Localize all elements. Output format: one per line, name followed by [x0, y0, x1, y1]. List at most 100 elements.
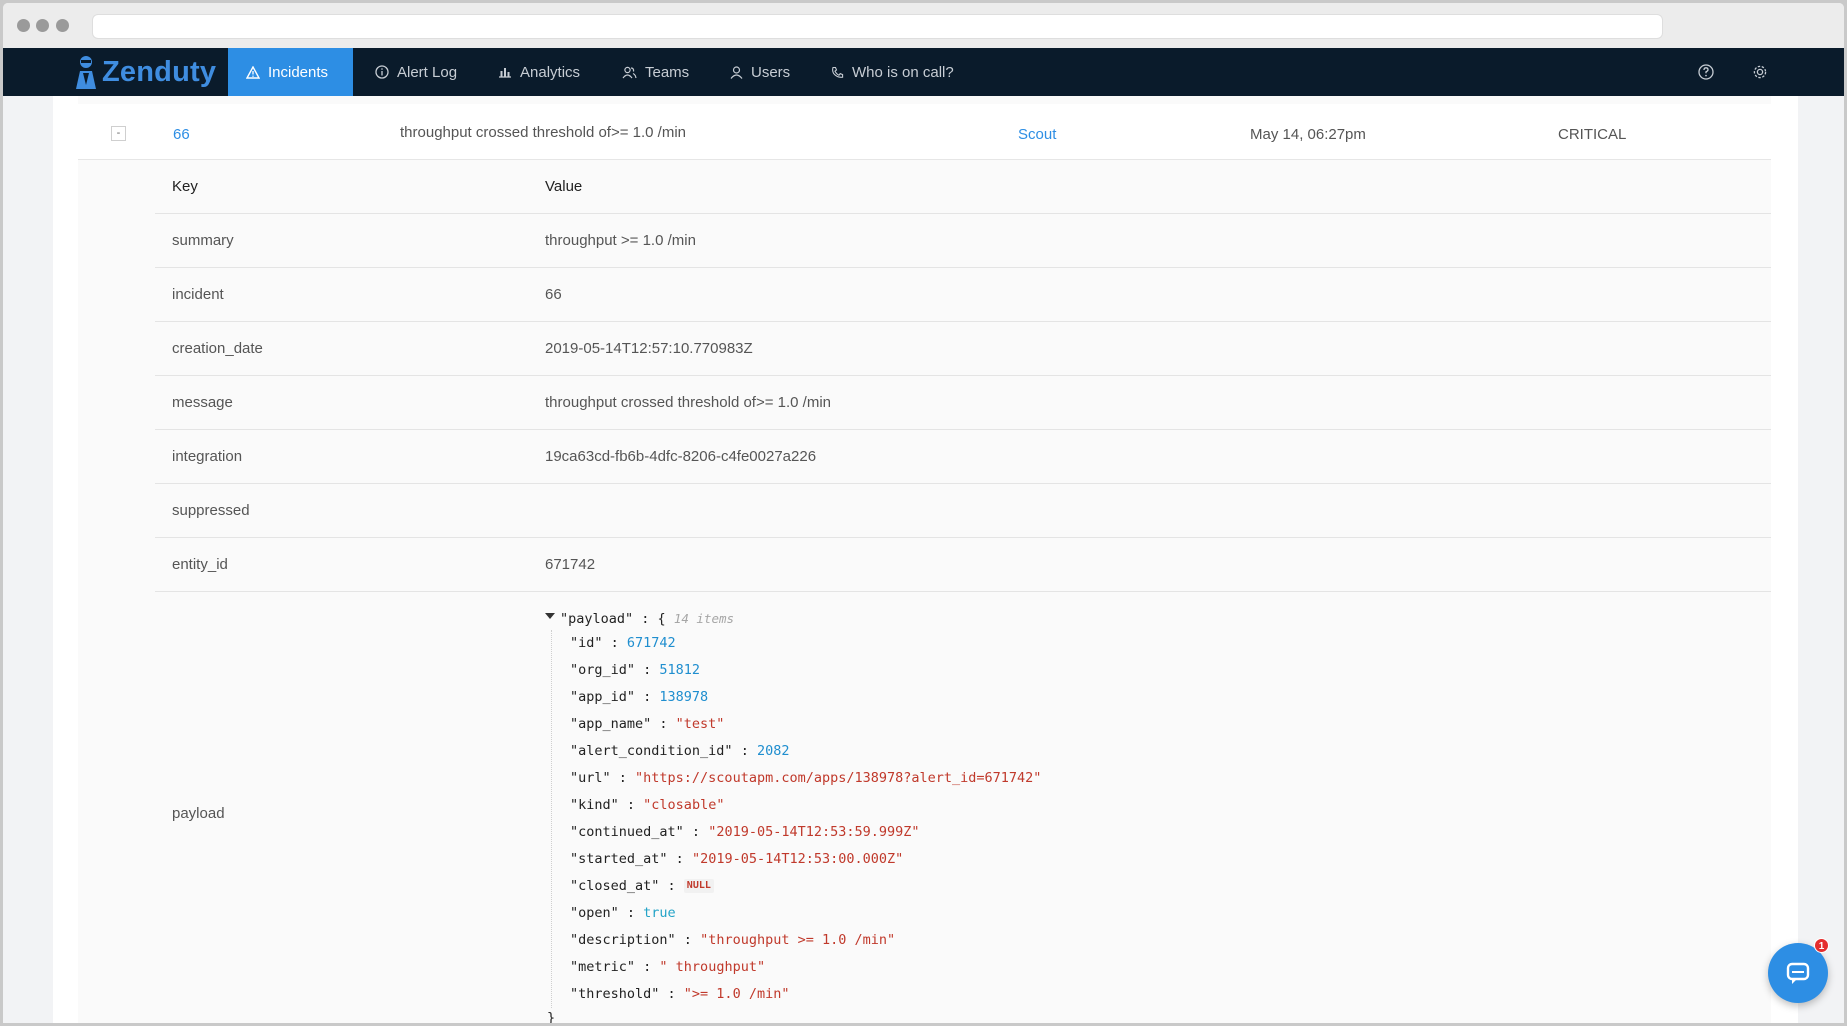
- info-circle-icon: [375, 65, 389, 79]
- json-viewer: "payload" : { 14 items "id" : 671742 "org…: [545, 608, 1041, 1023]
- incident-source-link[interactable]: Scout: [1018, 126, 1056, 143]
- json-field-value: NULL: [683, 879, 714, 893]
- json-field-key: "continued_at": [570, 824, 684, 840]
- address-bar[interactable]: [92, 14, 1663, 39]
- column-header-value: Value: [545, 178, 583, 195]
- nav-alert-log[interactable]: Alert Log: [357, 48, 475, 96]
- help-circle-icon[interactable]: [1696, 62, 1716, 82]
- nav-who-is-on-call[interactable]: Who is on call?: [813, 48, 972, 96]
- row-value: 66: [545, 286, 562, 303]
- nav-label: Users: [751, 63, 791, 81]
- incident-panel: - 66 throughput crossed threshold of>= 1…: [78, 96, 1771, 1023]
- json-field-value: true: [643, 905, 676, 921]
- window-maximize-dot[interactable]: [56, 19, 69, 32]
- json-field: "metric" : " throughput": [570, 954, 1041, 981]
- incident-message: throughput crossed threshold of>= 1.0 /m…: [400, 124, 687, 141]
- nav-users[interactable]: Users: [712, 48, 808, 96]
- nav-label: Analytics: [520, 63, 581, 81]
- table-row: suppressed: [155, 484, 1771, 538]
- json-field-value: 138978: [659, 689, 709, 705]
- table-row: creation_date 2019-05-14T12:57:10.770983…: [155, 322, 1771, 376]
- details-table-header: Key Value: [155, 160, 1771, 214]
- json-field-value: 671742: [626, 635, 676, 651]
- row-key: message: [172, 394, 233, 411]
- column-header-key: Key: [172, 178, 198, 195]
- table-row: entity_id 671742: [155, 538, 1771, 592]
- nav-label: Incidents: [268, 63, 329, 81]
- json-separator: :: [635, 959, 660, 975]
- zenduty-logo[interactable]: Zenduty: [73, 54, 216, 90]
- json-field: "alert_condition_id" : 2082: [570, 738, 1041, 765]
- incident-row[interactable]: - 66 throughput crossed threshold of>= 1…: [78, 104, 1771, 160]
- browser-window: Zenduty Incidents Alert Log Analytics Te…: [3, 3, 1844, 1023]
- json-separator: :: [683, 824, 709, 840]
- row-value: 2019-05-14T12:57:10.770983Z: [545, 340, 753, 357]
- incident-number-link[interactable]: 66: [173, 126, 190, 143]
- json-field-value: 2082: [756, 743, 790, 759]
- json-item-count: 14 items: [673, 611, 735, 626]
- row-key: payload: [172, 805, 225, 822]
- json-field-value: "2019-05-14T12:53:00.000Z": [691, 851, 904, 867]
- top-navbar: Zenduty Incidents Alert Log Analytics Te…: [3, 48, 1844, 96]
- json-field-value: 51812: [659, 662, 701, 678]
- warning-triangle-icon: [246, 65, 260, 79]
- row-key: entity_id: [172, 556, 228, 573]
- json-separator: :: [618, 797, 644, 813]
- row-key: suppressed: [172, 502, 250, 519]
- nav-analytics[interactable]: Analytics: [480, 48, 598, 96]
- nav-label: Who is on call?: [852, 63, 954, 81]
- json-field: "org_id" : 51812: [570, 657, 1041, 684]
- json-field-value: "https://scoutapm.com/apps/138978?alert_…: [635, 770, 1042, 786]
- zenduty-mascot-icon: [76, 56, 96, 89]
- collapse-button[interactable]: -: [111, 126, 126, 141]
- window-minimize-dot[interactable]: [36, 19, 49, 32]
- json-field-key: "org_id": [570, 662, 636, 678]
- nav-teams[interactable]: Teams: [604, 48, 707, 96]
- json-field-key: "started_at": [570, 851, 668, 867]
- row-value: 671742: [545, 556, 596, 573]
- table-row-payload: payload "payload" : { 14 items "id" : 67…: [155, 592, 1771, 1023]
- user-icon: [730, 65, 743, 79]
- caret-down-icon[interactable]: [545, 613, 555, 619]
- json-field-key: "description": [570, 932, 676, 948]
- window-close-dot[interactable]: [17, 19, 30, 32]
- incident-urgency: CRITICAL: [1558, 126, 1627, 143]
- details-table: Key Value summary throughput >= 1.0 /min…: [155, 160, 1771, 1023]
- table-row: summary throughput >= 1.0 /min: [155, 214, 1771, 268]
- json-field: "continued_at" : "2019-05-14T12:53:59.99…: [570, 819, 1041, 846]
- json-field: "app_id" : 138978: [570, 684, 1041, 711]
- json-field-key: "app_name": [570, 716, 652, 732]
- json-separator: :: [610, 770, 636, 786]
- chat-notification-badge: 1: [1814, 938, 1829, 953]
- nav-incidents[interactable]: Incidents: [228, 48, 353, 96]
- json-field: "started_at" : "2019-05-14T12:53:00.000Z…: [570, 846, 1041, 873]
- json-field: "description" : "throughput >= 1.0 /min": [570, 927, 1041, 954]
- json-separator: :: [659, 986, 684, 1002]
- json-field: "id" : 671742: [570, 630, 1041, 657]
- json-field-key: "id": [570, 635, 603, 651]
- json-close-brace: }: [547, 1010, 556, 1023]
- json-separator: :: [651, 716, 676, 732]
- table-row: incident 66: [155, 268, 1771, 322]
- json-field: "threshold" : ">= 1.0 /min": [570, 981, 1041, 1008]
- json-field: "url" : "https://scoutapm.com/apps/13897…: [570, 765, 1041, 792]
- json-separator: :: [675, 932, 701, 948]
- json-field-key: "open": [570, 905, 619, 921]
- json-field: "closed_at" : NULL: [570, 873, 1041, 900]
- json-field-key: "url": [570, 770, 611, 786]
- json-body: "id" : 671742 "org_id" : 51812 "app_id" : …: [551, 630, 1041, 1008]
- json-root[interactable]: "payload" : { 14 items: [545, 608, 1041, 630]
- row-key: creation_date: [172, 340, 263, 357]
- incident-date: May 14, 06:27pm: [1250, 126, 1366, 143]
- json-field-key: "closed_at": [570, 878, 660, 894]
- nav-label: Alert Log: [397, 63, 458, 81]
- row-key: incident: [172, 286, 224, 303]
- json-separator: :: [618, 905, 644, 921]
- brand-name: Zenduty: [102, 55, 217, 88]
- json-separator: :: [659, 878, 684, 894]
- json-field-value: " throughput": [659, 959, 766, 975]
- json-field-key: "metric": [570, 959, 636, 975]
- json-separator: :: [602, 635, 627, 651]
- phone-icon: [832, 66, 844, 78]
- gear-icon[interactable]: [1750, 62, 1770, 82]
